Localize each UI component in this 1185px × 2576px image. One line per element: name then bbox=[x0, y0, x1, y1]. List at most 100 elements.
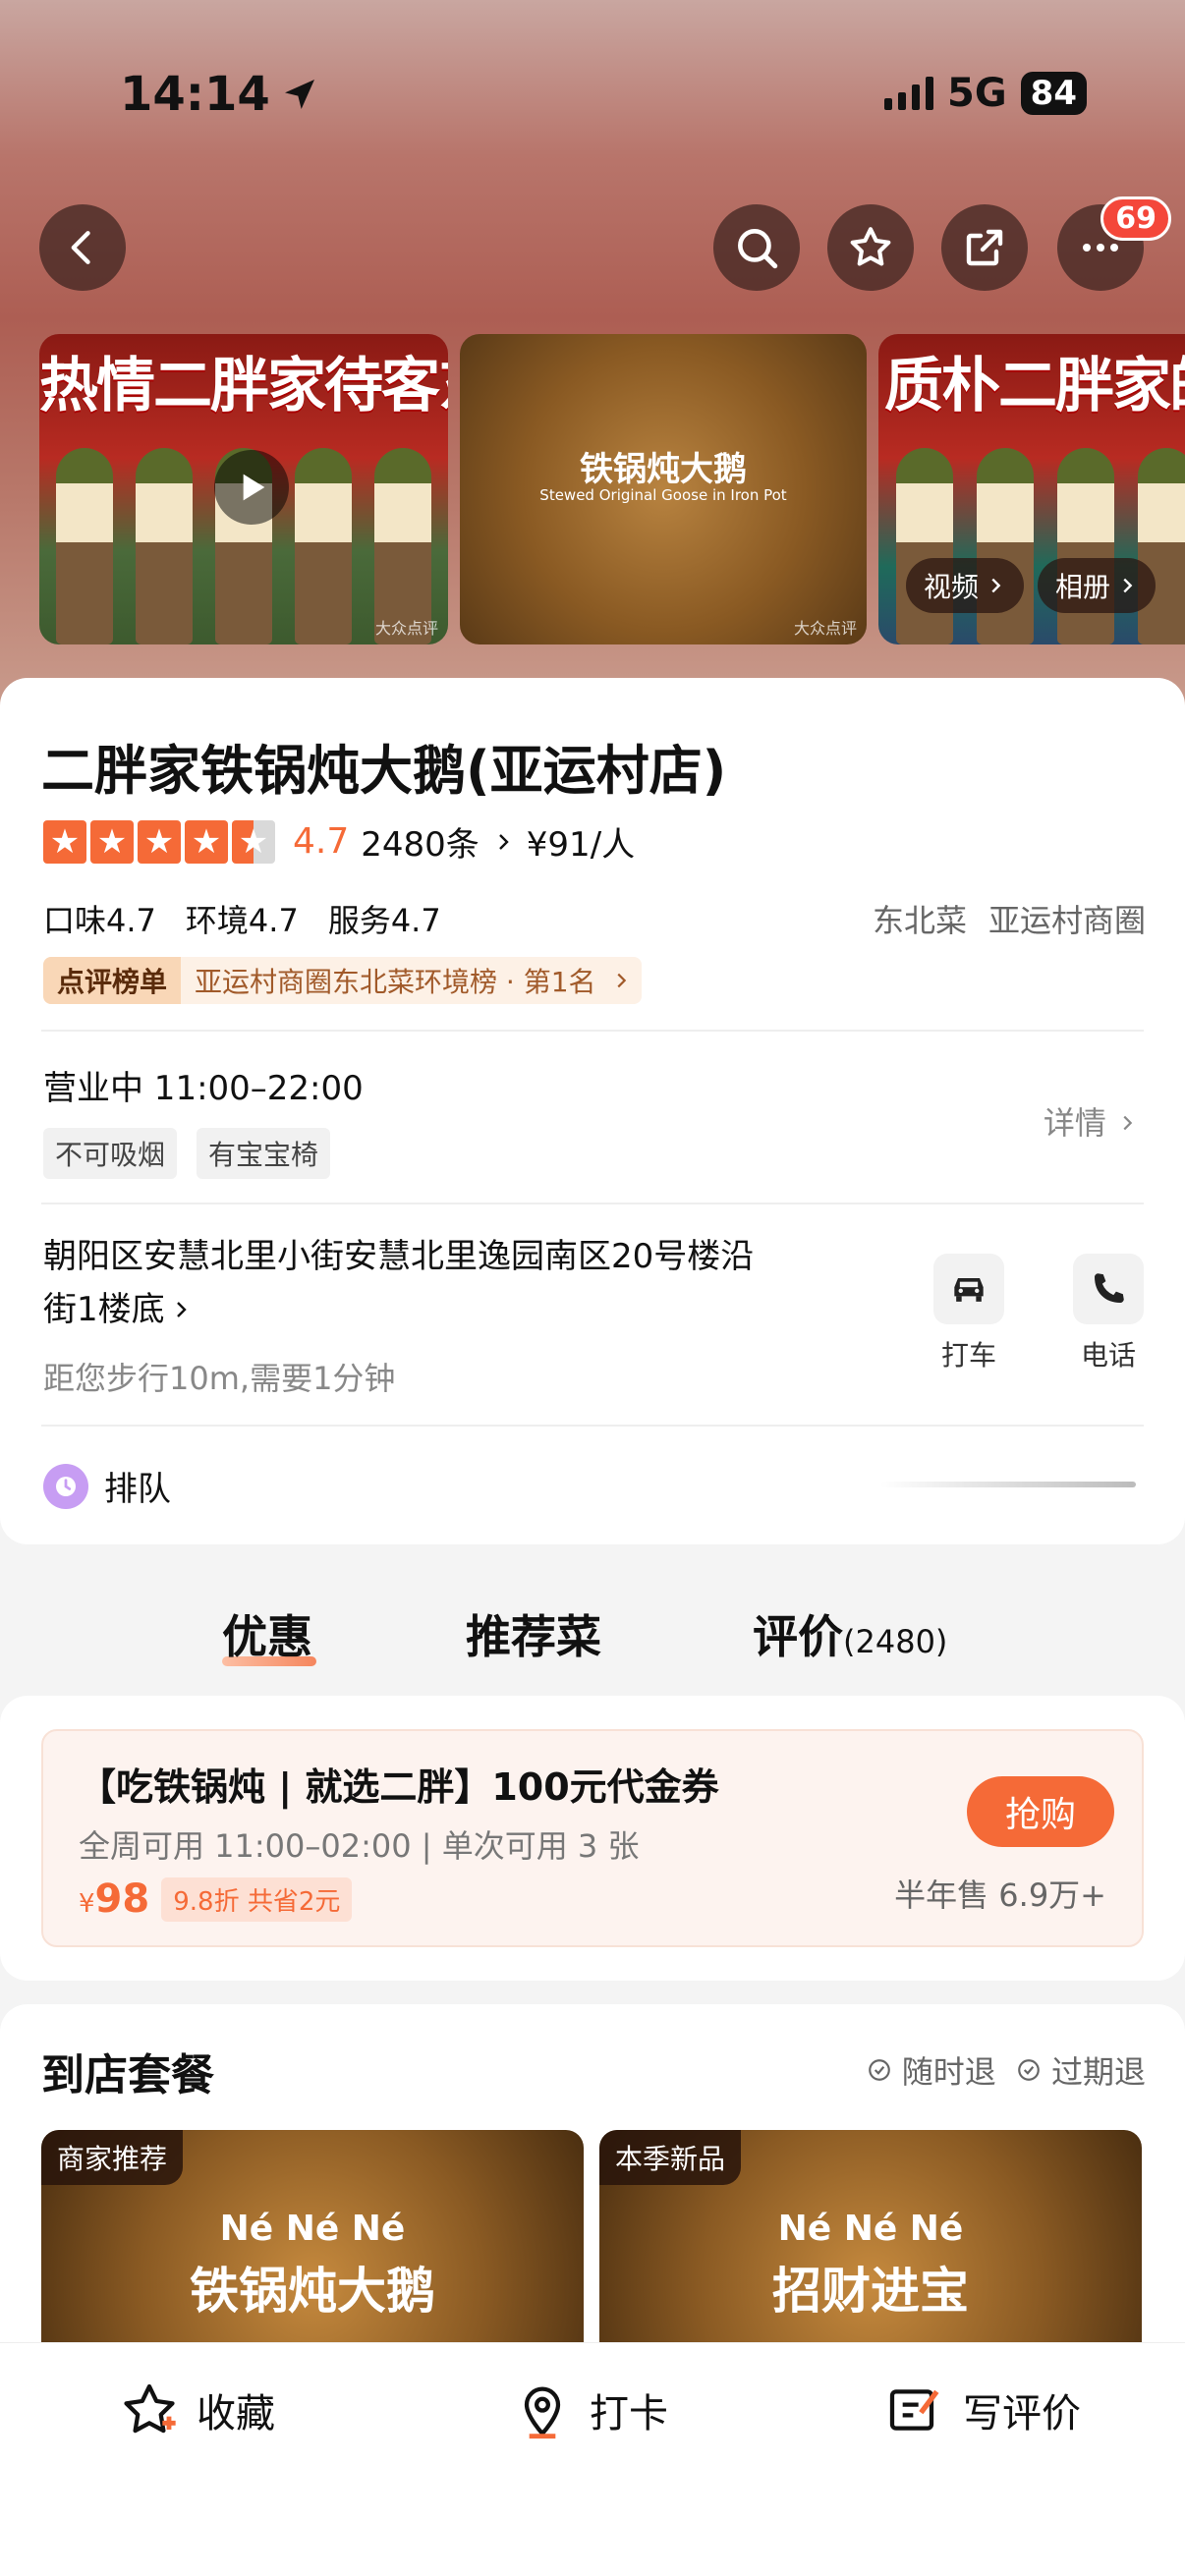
phone-label: 电话 bbox=[1080, 1339, 1136, 1372]
ranking-banner[interactable]: 点评榜单 亚运村商圈东北菜环境榜 · 第1名 bbox=[43, 957, 642, 1004]
status-bar: 14:14 5G 84 bbox=[0, 59, 1185, 138]
video-button[interactable]: 视频 bbox=[906, 558, 1025, 613]
chevron-right-icon bbox=[176, 1302, 187, 1317]
review-count[interactable]: 2480条 bbox=[361, 817, 480, 866]
package-name: 铁锅炖大鹅 bbox=[190, 2263, 435, 2320]
gallery-photo-tile[interactable]: 铁锅炖大鹅 Stewed Original Goose in Iron Pot … bbox=[460, 334, 867, 644]
album-button[interactable]: 相册 bbox=[1038, 558, 1157, 613]
back-button[interactable] bbox=[39, 204, 126, 291]
sold-count: 半年售 6.9万+ bbox=[894, 1876, 1106, 1914]
star-icon: ★ bbox=[138, 819, 181, 864]
queue-placeholder bbox=[880, 1482, 1136, 1487]
tab-deals[interactable]: 优惠 bbox=[222, 1601, 312, 1666]
refund-anytime: 随时退 bbox=[867, 2047, 996, 2093]
status-right: 5G 84 bbox=[884, 71, 1087, 116]
section-tabs: 优惠 推荐菜 评价(2480) bbox=[0, 1592, 1185, 1680]
package-tag: 商家推荐 bbox=[41, 2130, 184, 2185]
refund-expired-label: 过期退 bbox=[1050, 2053, 1146, 2091]
tab-reviews[interactable]: 评价(2480) bbox=[753, 1601, 947, 1666]
price-value: 98 bbox=[94, 1876, 150, 1922]
star-outline-icon bbox=[850, 227, 891, 266]
ranking-text: 亚运村商圈东北菜环境榜 · 第1名 bbox=[195, 966, 596, 998]
signal-icon bbox=[884, 77, 933, 110]
tab-recommended-dishes[interactable]: 推荐菜 bbox=[466, 1601, 601, 1666]
package-brand: Né Né Né bbox=[777, 2209, 964, 2249]
area-tag: 亚运村商圈 bbox=[988, 902, 1146, 939]
package-name: 招财进宝 bbox=[772, 2263, 969, 2320]
star-add-icon bbox=[124, 2383, 176, 2434]
details-link[interactable]: 详情 bbox=[1044, 1098, 1138, 1144]
star-icon: ★ bbox=[43, 819, 86, 864]
clock-icon bbox=[43, 1463, 88, 1509]
category-tags: 东北菜 亚运村商圈 bbox=[873, 896, 1146, 941]
car-icon bbox=[933, 1254, 1004, 1324]
more-button[interactable]: 69 bbox=[1057, 196, 1171, 291]
battery-icon: 84 bbox=[1020, 72, 1087, 115]
voucher-title: 【吃铁锅炖 | 就选二胖】100元代金券 bbox=[79, 1765, 719, 1809]
check-circle-icon bbox=[1017, 2059, 1040, 2081]
collect-label: 收藏 bbox=[197, 2391, 275, 2436]
package-tag: 本季新品 bbox=[599, 2130, 742, 2185]
notification-badge: 69 bbox=[1100, 196, 1171, 241]
top-nav: 69 bbox=[0, 196, 1185, 293]
album-label: 相册 bbox=[1055, 571, 1111, 603]
check-circle-icon bbox=[868, 2059, 890, 2081]
write-review-button[interactable]: 写评价 bbox=[884, 2379, 1081, 2441]
share-button[interactable] bbox=[941, 204, 1028, 291]
divider bbox=[41, 1425, 1144, 1427]
half-star-icon: ★ bbox=[232, 819, 275, 864]
deals-section: 【吃铁锅炖 | 就选二胖】100元代金券 全周可用 11:00–02:00 | … bbox=[0, 1696, 1185, 1981]
business-hours: 营业中 11:00–22:00 bbox=[43, 1069, 364, 1108]
refund-flags: 随时退 过期退 bbox=[867, 2047, 1146, 2093]
chevron-right-icon bbox=[617, 973, 626, 988]
video-label: 视频 bbox=[924, 571, 980, 603]
taste-score: 口味4.7 bbox=[43, 902, 156, 939]
address-line1: 朝阳区安慧北里小街安慧北里逸园南区20号楼沿 bbox=[43, 1237, 755, 1276]
queue-row[interactable]: 排队 bbox=[43, 1462, 171, 1510]
phone-icon bbox=[1073, 1254, 1144, 1324]
avg-price: ¥91/人 bbox=[526, 825, 636, 865]
voucher-card[interactable]: 【吃铁锅炖 | 就选二胖】100元代金券 全周可用 11:00–02:00 | … bbox=[41, 1729, 1144, 1947]
refund-expired: 过期退 bbox=[1016, 2047, 1146, 2093]
rating-stars: ★ ★ ★ ★ ★ bbox=[43, 819, 275, 864]
share-icon bbox=[966, 229, 1003, 266]
refund-anytime-label: 随时退 bbox=[901, 2053, 996, 2091]
location-pin-icon bbox=[524, 2386, 561, 2439]
cuisine-tag: 东北菜 bbox=[872, 902, 967, 939]
battery-level: 84 bbox=[1030, 74, 1077, 113]
rating-row[interactable]: ★ ★ ★ ★ ★ 4.7 2480条 ¥91/人 bbox=[43, 817, 635, 866]
details-label: 详情 bbox=[1043, 1104, 1106, 1142]
divider bbox=[41, 1030, 1144, 1032]
watermark: 大众点评 bbox=[374, 619, 438, 638]
shop-name: 二胖家铁锅炖大鹅(亚运村店) bbox=[41, 740, 727, 802]
address[interactable]: 朝阳区安慧北里小街安慧北里逸园南区20号楼沿 街1楼底 bbox=[43, 1230, 829, 1336]
chevron-right-icon bbox=[991, 578, 1001, 593]
tile2-title: 铁锅炖大鹅 bbox=[580, 450, 747, 489]
favorite-button[interactable] bbox=[827, 204, 914, 291]
chevron-right-icon bbox=[1123, 1115, 1133, 1131]
address-line2: 街1楼底 bbox=[43, 1290, 165, 1329]
taxi-label: 打车 bbox=[940, 1339, 996, 1372]
photo-gallery[interactable]: 热情二胖家待客东北人 大众点评 铁锅炖大鹅 Stewed Original Go… bbox=[0, 334, 1185, 644]
play-button[interactable] bbox=[214, 450, 289, 525]
search-button[interactable] bbox=[713, 204, 800, 291]
network-text: 5G bbox=[947, 71, 1007, 116]
taxi-button[interactable]: 打车 bbox=[930, 1254, 1008, 1373]
buy-button[interactable]: 抢购 bbox=[967, 1776, 1114, 1847]
service-score: 服务4.7 bbox=[327, 902, 441, 939]
facility-chips: 不可吸烟 有宝宝椅 bbox=[43, 1128, 331, 1179]
collect-button[interactable]: 收藏 bbox=[118, 2379, 275, 2441]
gallery-video-tile[interactable]: 热情二胖家待客东北人 大众点评 bbox=[39, 334, 448, 644]
phone-button[interactable]: 电话 bbox=[1069, 1254, 1148, 1373]
checkin-button[interactable]: 打卡 bbox=[511, 2379, 668, 2441]
time-text: 14:14 bbox=[120, 67, 270, 122]
back-icon bbox=[71, 231, 90, 264]
voucher-terms: 全周可用 11:00–02:00 | 单次可用 3 张 bbox=[79, 1827, 640, 1865]
packages-title: 到店套餐 bbox=[41, 2050, 214, 2100]
reviews-tab-count: (2480) bbox=[843, 1623, 948, 1660]
currency-symbol: ¥ bbox=[79, 1889, 95, 1919]
checkin-label: 打卡 bbox=[590, 2391, 668, 2436]
environment-score: 环境4.7 bbox=[185, 902, 299, 939]
tile2-subtitle: Stewed Original Goose in Iron Pot bbox=[539, 486, 787, 504]
status-time: 14:14 bbox=[120, 67, 319, 122]
